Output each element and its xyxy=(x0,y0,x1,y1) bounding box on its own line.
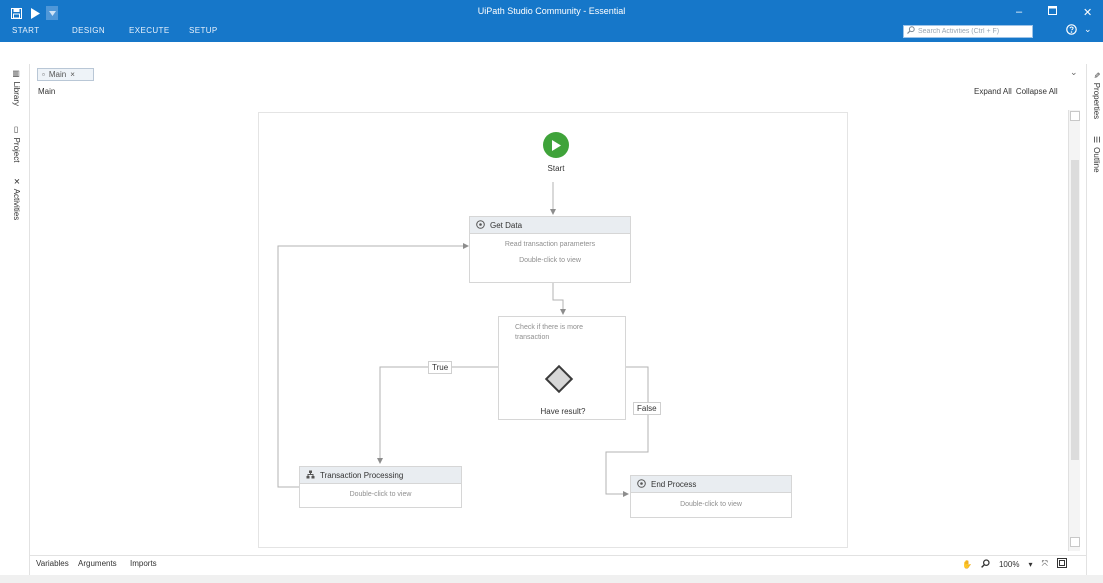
end-process-node[interactable]: End Process Double-click to view xyxy=(630,475,792,518)
overview-map-icon[interactable] xyxy=(1056,558,1067,570)
get-data-title: Get Data xyxy=(490,220,523,230)
status-bar xyxy=(0,575,1103,583)
workflow-icon xyxy=(476,219,485,231)
minimize-icon[interactable]: – xyxy=(1016,6,1022,18)
false-edge-label: False xyxy=(633,402,661,415)
tab-pin-icon[interactable]: ▫ xyxy=(42,70,45,79)
ribbon-tab-start[interactable]: START xyxy=(12,26,39,35)
project-panel-tab[interactable]: ▭ Project xyxy=(12,126,21,162)
activities-panel-tab[interactable]: ✕ Activities xyxy=(12,178,21,220)
arguments-tab[interactable]: Arguments xyxy=(78,559,117,568)
outline-panel-label: Outline xyxy=(1092,147,1101,173)
library-panel-label: Library xyxy=(12,81,21,107)
right-dock-panel: ✎ Properties ☰ Outline xyxy=(1086,64,1103,583)
designer-bottom-bar: Variables Arguments Imports ✋ 100% ▾ ⤧ xyxy=(30,555,1086,573)
end-process-hint: Double-click to view xyxy=(680,501,742,508)
ribbon-tab-execute[interactable]: EXECUTE xyxy=(129,26,170,35)
left-dock-panel: ▤ Library ▭ Project ✕ Activities xyxy=(0,64,30,583)
end-process-title: End Process xyxy=(651,479,697,489)
tab-main[interactable]: ▫ Main × xyxy=(37,68,94,81)
decision-diamond-icon xyxy=(544,364,574,394)
get-data-node[interactable]: Get Data Read transaction parameters Dou… xyxy=(469,216,631,283)
transaction-processing-title: Transaction Processing xyxy=(320,470,404,480)
title-bar: UiPath Studio Community - Essential STAR… xyxy=(0,0,1103,42)
activities-icon: ✕ xyxy=(12,178,21,185)
collapse-all-link[interactable]: Collapse All xyxy=(1016,87,1058,96)
ribbon-tab-design[interactable]: DESIGN xyxy=(72,26,105,35)
activities-panel-label: Activities xyxy=(12,188,21,221)
zoom-search-icon[interactable] xyxy=(981,558,990,570)
properties-panel-label: Properties xyxy=(1092,82,1101,120)
maximize-icon[interactable] xyxy=(1048,6,1057,18)
scroll-up-button[interactable] xyxy=(1070,111,1080,121)
help-icon[interactable] xyxy=(1066,24,1077,38)
transaction-processing-hint: Double-click to view xyxy=(349,491,412,498)
get-data-description: Read transaction parameters xyxy=(504,241,596,248)
expand-all-link[interactable]: Expand All xyxy=(974,87,1012,96)
zoom-level[interactable]: 100% xyxy=(999,560,1019,569)
close-icon[interactable]: ✕ xyxy=(1083,6,1092,19)
properties-panel-tab[interactable]: ✎ Properties xyxy=(1092,72,1101,119)
library-icon: ▤ xyxy=(12,70,21,78)
project-panel-label: Project xyxy=(12,137,21,163)
pan-hand-icon[interactable]: ✋ xyxy=(962,560,972,569)
ribbon-tab-setup[interactable]: SETUP xyxy=(189,26,218,35)
tab-overflow-icon[interactable]: ⌄ xyxy=(1070,67,1078,78)
breadcrumb[interactable]: Main xyxy=(38,87,55,96)
start-play-icon xyxy=(543,132,569,158)
start-node[interactable]: Start xyxy=(536,128,576,182)
imports-tab[interactable]: Imports xyxy=(130,559,157,568)
app-title: UiPath Studio Community - Essential xyxy=(477,6,626,16)
scrollbar-thumb[interactable] xyxy=(1071,160,1079,460)
zoom-dropdown-icon[interactable]: ▾ xyxy=(1028,560,1032,569)
variables-tab[interactable]: Variables xyxy=(36,559,69,568)
scroll-down-button[interactable] xyxy=(1070,537,1080,547)
help-dropdown-icon[interactable]: ⌄ xyxy=(1084,24,1092,35)
search-icon xyxy=(907,26,915,37)
decision-node[interactable]: Check if there is more transaction Have … xyxy=(498,316,626,420)
decision-condition: Check if there is more transaction xyxy=(515,324,584,341)
true-edge-label: True xyxy=(428,361,453,374)
workflow-icon xyxy=(637,478,646,490)
library-panel-tab[interactable]: ▤ Library xyxy=(12,70,21,106)
folder-icon: ▭ xyxy=(12,126,21,134)
outline-panel-tab[interactable]: ☰ Outline xyxy=(1092,136,1101,173)
tab-close-icon[interactable]: × xyxy=(70,70,75,79)
search-activities-input[interactable]: Search Activities (Ctrl + F) xyxy=(903,25,1033,38)
outline-icon: ☰ xyxy=(1092,136,1101,144)
wrench-icon: ✎ xyxy=(1092,72,1101,79)
fit-to-screen-icon[interactable]: ⤧ xyxy=(1041,559,1047,569)
search-placeholder: Search Activities (Ctrl + F) xyxy=(918,28,1000,35)
sequence-icon xyxy=(306,470,315,481)
transaction-processing-node[interactable]: Transaction Processing Double-click to v… xyxy=(299,466,462,508)
start-label: Start xyxy=(547,164,565,173)
tab-main-label: Main xyxy=(48,70,67,79)
get-data-hint: Double-click to view xyxy=(519,257,581,264)
vertical-scrollbar[interactable] xyxy=(1068,110,1080,551)
decision-label: Have result? xyxy=(540,407,586,416)
